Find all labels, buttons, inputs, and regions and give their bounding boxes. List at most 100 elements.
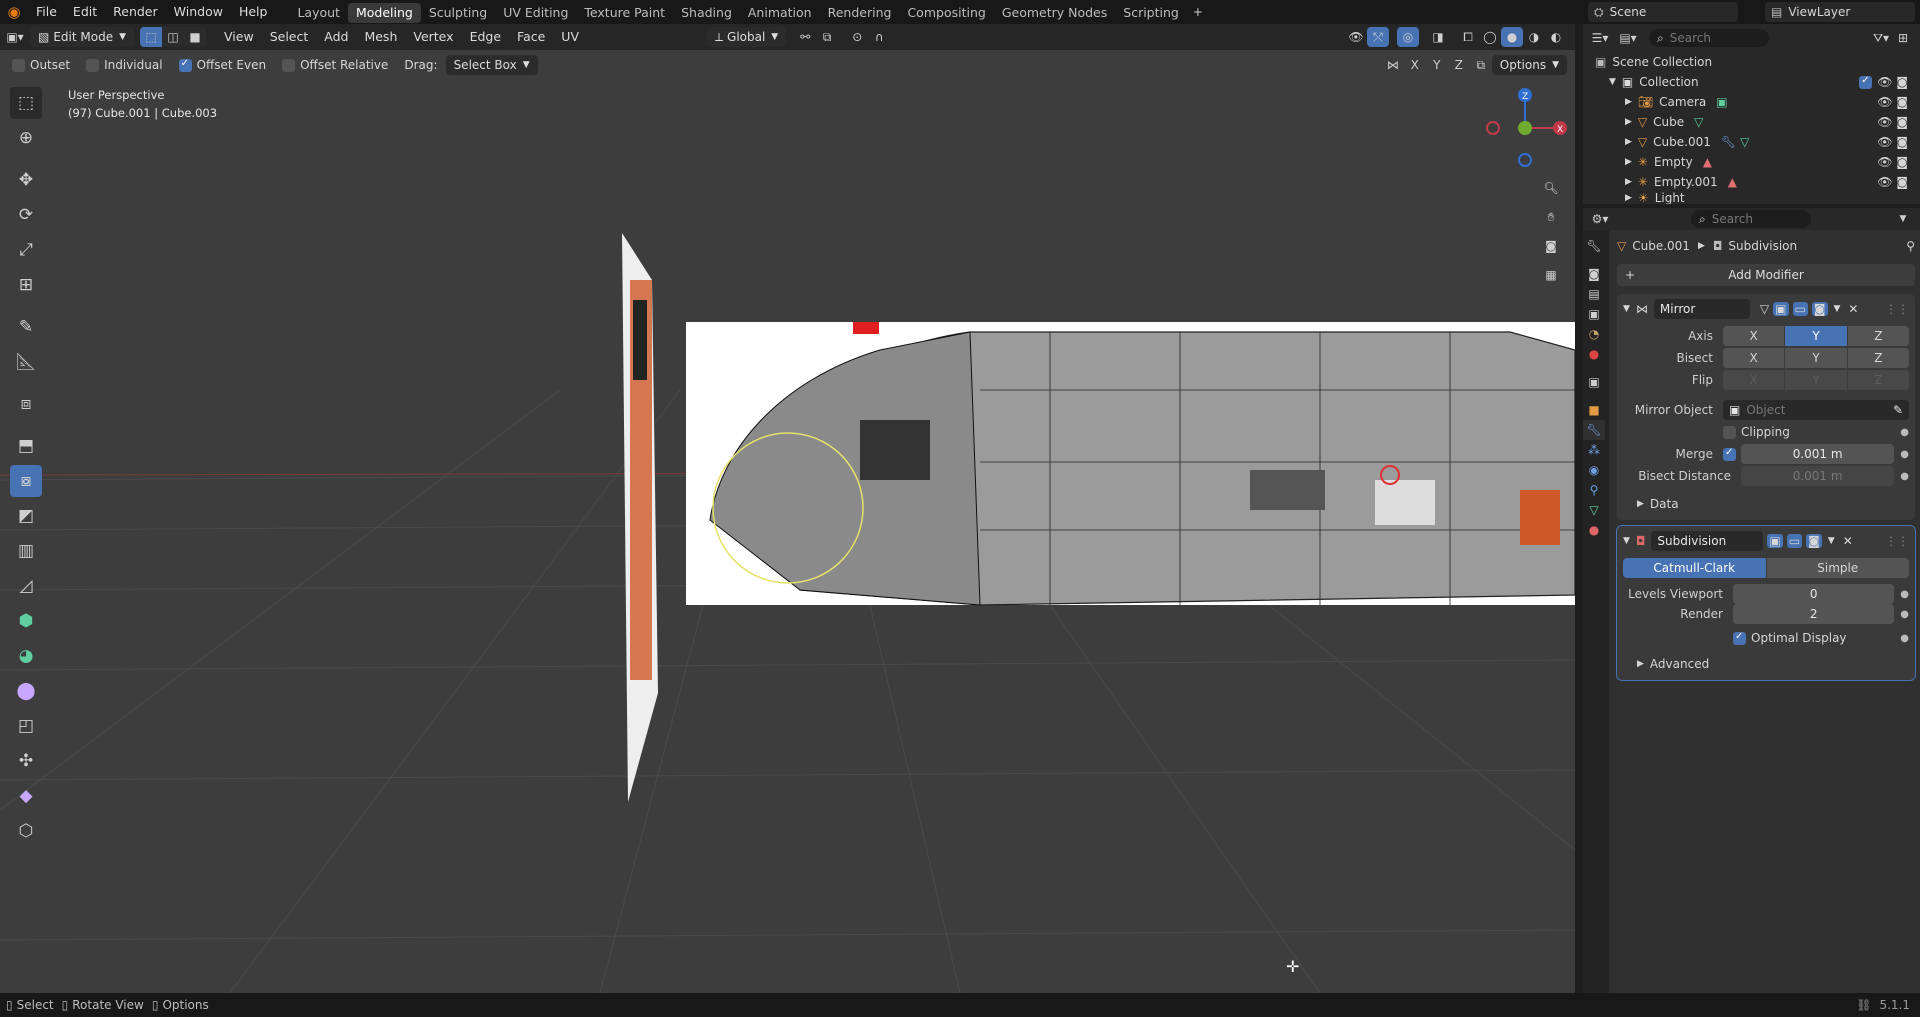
tab-compositing[interactable]: Compositing <box>899 3 993 23</box>
eyedropper-icon[interactable]: ✎ <box>1893 400 1903 420</box>
overlays-icon[interactable]: ◎ <box>1397 27 1419 47</box>
bisect-z-toggle[interactable]: Z <box>1847 348 1909 368</box>
axis-x-toggle[interactable]: X <box>1404 55 1426 75</box>
camera-view-icon[interactable]: ◙ <box>1540 236 1562 256</box>
data-subpanel-header[interactable]: ▶ Data <box>1623 494 1909 514</box>
modifier-tab-icon[interactable]: 🔧︎ <box>1583 420 1605 440</box>
scene-tab-icon[interactable]: ◔ <box>1583 324 1605 344</box>
blender-logo-icon[interactable]: ◉ <box>0 2 28 22</box>
clipping-checkbox[interactable]: Clipping <box>1723 425 1790 439</box>
viewport-toggle-icon[interactable]: ▭ <box>1792 302 1808 316</box>
proportional-edit-icon[interactable]: ⊙ <box>846 27 868 47</box>
close-icon[interactable]: ✕ <box>1848 302 1858 316</box>
editor-type-icon[interactable]: ▣▾ <box>0 27 30 47</box>
tab-geometry-nodes[interactable]: Geometry Nodes <box>994 3 1115 23</box>
chevron-down-icon[interactable]: ▼ <box>1623 304 1630 314</box>
face-select-icon[interactable]: ■ <box>184 27 207 47</box>
cage-toggle-icon[interactable]: ▣ <box>1773 302 1789 316</box>
render-tab-icon[interactable]: ◙ <box>1583 264 1605 284</box>
axis-x-toggle[interactable]: X <box>1723 326 1785 346</box>
material-shading-icon[interactable]: ◑ <box>1523 27 1545 47</box>
cage-toggle-icon[interactable]: ▣ <box>1767 534 1783 548</box>
outliner-editor-icon[interactable]: ☰▾ <box>1589 28 1611 48</box>
edge-slide-tool-icon[interactable]: ◰ <box>10 710 42 742</box>
tab-shading[interactable]: Shading <box>673 3 740 23</box>
scale-tool-icon[interactable]: ⤢ <box>10 234 42 266</box>
tab-layout[interactable]: Layout <box>289 3 348 23</box>
data-tab-icon[interactable]: ▽ <box>1583 500 1605 520</box>
outliner-item-cube-001[interactable]: ▶ ▽ Cube.001 🔧︎ ▽ 👁︎ ◙ <box>1595 132 1920 152</box>
viewport-toggle-icon[interactable]: ▭ <box>1786 534 1803 548</box>
mirror-object-field[interactable]: ▣ Object ✎ <box>1723 400 1909 420</box>
keyframe-dot-icon[interactable]: ● <box>1900 609 1909 620</box>
tab-modeling[interactable]: Modeling <box>347 3 421 23</box>
outset-checkbox[interactable]: Outset <box>12 58 70 72</box>
menu-edit[interactable]: Edit <box>65 0 105 24</box>
new-collection-icon[interactable]: ⊞ <box>1892 28 1914 48</box>
options-dropdown[interactable]: Options ▼ <box>1491 55 1567 75</box>
cursor-tool-icon[interactable]: ⊕ <box>10 122 42 154</box>
keyframe-dot-icon[interactable]: ● <box>1900 427 1909 438</box>
bisect-x-toggle[interactable]: X <box>1723 348 1785 368</box>
gizmo-toggle-icon[interactable]: ⤲ <box>1367 27 1389 47</box>
tab-sculpting[interactable]: Sculpting <box>421 3 495 23</box>
menu-file[interactable]: File <box>28 0 65 24</box>
menu-select[interactable]: Select <box>262 25 317 49</box>
add-cube-tool-icon[interactable]: ⧈ <box>10 388 42 420</box>
mesh-overlay-icon[interactable]: ◨ <box>1427 27 1449 47</box>
add-workspace-icon[interactable]: + <box>1187 2 1209 22</box>
mirror-name-field[interactable]: Mirror <box>1653 299 1750 319</box>
edge-select-icon[interactable]: ◫ <box>162 27 185 47</box>
outliner-search[interactable]: ⌕ Search <box>1649 29 1769 47</box>
filter-icon[interactable]: ⛛▾ <box>1870 28 1892 48</box>
axis-y-toggle[interactable]: Y <box>1426 55 1448 75</box>
optimal-display-checkbox[interactable]: Optimal Display <box>1733 631 1847 645</box>
bisect-distance-field[interactable]: 0.001 m <box>1741 466 1895 486</box>
close-icon[interactable]: ✕ <box>1843 534 1853 548</box>
chevron-down-icon[interactable]: ▼ <box>1828 536 1835 546</box>
menu-render[interactable]: Render <box>105 0 166 24</box>
tab-scripting[interactable]: Scripting <box>1115 3 1187 23</box>
offset-relative-checkbox[interactable]: Offset Relative <box>282 58 388 72</box>
simple-toggle[interactable]: Simple <box>1766 558 1909 578</box>
scene-collection-row[interactable]: ▣ Scene Collection <box>1595 52 1920 72</box>
move-tool-icon[interactable]: ✥ <box>10 164 42 196</box>
tool-tab-icon[interactable]: 🔧︎ <box>1583 236 1605 256</box>
render-levels-field[interactable]: 2 <box>1733 604 1895 624</box>
keyframe-dot-icon[interactable]: ● <box>1900 449 1909 460</box>
material-tab-icon[interactable]: ● <box>1583 520 1605 540</box>
visibility-icon[interactable]: 👁︎ <box>1345 27 1367 47</box>
scene-selector[interactable]: ⛭ Scene <box>1588 2 1738 22</box>
pivot-icon[interactable]: ⚯ <box>794 27 816 47</box>
chevron-down-icon[interactable]: ▼ <box>1892 209 1914 229</box>
rotate-tool-icon[interactable]: ⟳ <box>10 199 42 231</box>
axis-z-toggle[interactable]: Z <box>1847 326 1909 346</box>
mirror-axis-icon[interactable]: ⋈ <box>1382 55 1404 75</box>
axis-y-toggle[interactable]: Y <box>1785 326 1847 346</box>
display-mode-icon[interactable]: ▤▾ <box>1617 28 1639 48</box>
tab-animation[interactable]: Animation <box>740 3 820 23</box>
cube-visibility-icon[interactable]: 👁︎ ◙ <box>1877 115 1908 129</box>
spin-tool-icon[interactable]: ◕ <box>10 640 42 672</box>
knife-tool-icon[interactable]: ◿ <box>10 570 42 602</box>
camera-visibility-icon[interactable]: 👁︎ ◙ <box>1877 95 1908 109</box>
menu-mesh[interactable]: Mesh <box>356 25 405 49</box>
advanced-subpanel-header[interactable]: ▶ Advanced <box>1623 654 1909 674</box>
properties-editor-icon[interactable]: ⚙▾ <box>1589 209 1611 229</box>
bisect-y-toggle[interactable]: Y <box>1785 348 1847 368</box>
chevron-down-icon[interactable]: ▼ <box>1834 304 1841 314</box>
shrink-fatten-tool-icon[interactable]: ✣ <box>10 745 42 777</box>
rendered-shading-icon[interactable]: ◐ <box>1545 27 1567 47</box>
empty-001-visibility-icon[interactable]: 👁︎ ◙ <box>1877 175 1908 189</box>
particles-tab-icon[interactable]: ⁂ <box>1583 440 1605 460</box>
menu-face[interactable]: Face <box>509 25 553 49</box>
smooth-tool-icon[interactable]: ⬤ <box>10 675 42 707</box>
render-toggle-icon[interactable]: ◙ <box>1811 302 1828 316</box>
mode-dropdown[interactable]: ▧ Edit Mode ▼ <box>30 27 135 47</box>
ortho-grid-icon[interactable]: ▦ <box>1540 265 1562 285</box>
keyframe-dot-icon[interactable]: ● <box>1900 633 1909 644</box>
axis-z-toggle[interactable]: Z <box>1448 55 1470 75</box>
rip-tool-icon[interactable]: ⬡ <box>10 815 42 847</box>
subdivision-name-field[interactable]: Subdivision <box>1651 531 1764 551</box>
loop-cut-tool-icon[interactable]: ▥ <box>10 535 42 567</box>
